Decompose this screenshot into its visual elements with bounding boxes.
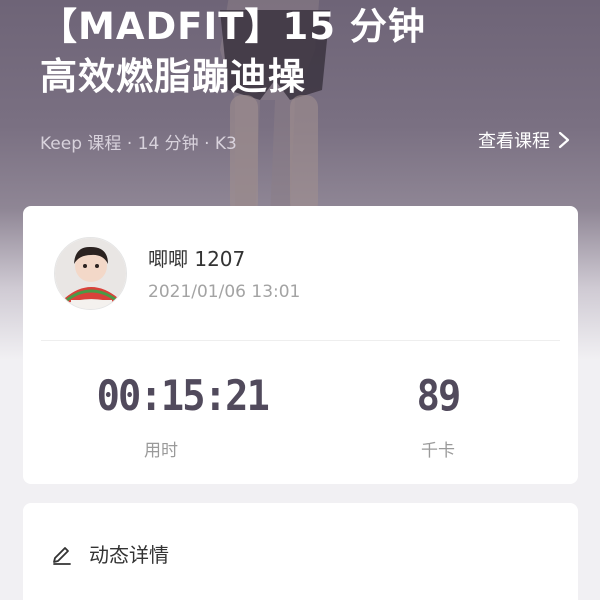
calories-label: 千卡 [421, 441, 455, 461]
username[interactable]: 唧唧 1207 [148, 243, 245, 272]
calories-value: 89 [416, 371, 462, 420]
post-detail-title: 动态详情 [89, 543, 169, 567]
view-course-label: 查看课程 [478, 131, 550, 152]
calories-stat: 89 千卡 [378, 371, 498, 461]
duration-label: 用时 [144, 441, 178, 461]
course-title: 【MADFIT】15 分钟 高效燃脂蹦迪操 [40, 2, 560, 102]
divider [41, 340, 560, 341]
post-detail-card: 动态详情 [23, 503, 578, 600]
course-meta: Keep 课程 · 14 分钟 · K3 [40, 134, 237, 154]
duration-value: 00:15:21 [96, 371, 270, 420]
post-timestamp: 2021/01/06 13:01 [148, 282, 301, 302]
view-course-link[interactable]: 查看课程 [478, 127, 570, 153]
chevron-right-icon [558, 131, 570, 149]
course-title-line-2: 高效燃脂蹦迪操 [40, 55, 306, 98]
post-detail-header: 动态详情 [51, 539, 169, 568]
avatar-image [55, 238, 126, 309]
duration-stat: 00:15:21 用时 [91, 371, 270, 461]
avatar[interactable] [54, 237, 127, 310]
course-title-line-1: 【MADFIT】15 分钟 [40, 5, 426, 48]
workout-summary-card: 唧唧 1207 2021/01/06 13:01 00:15:21 用时 89 … [23, 206, 578, 484]
pencil-icon [53, 546, 71, 565]
